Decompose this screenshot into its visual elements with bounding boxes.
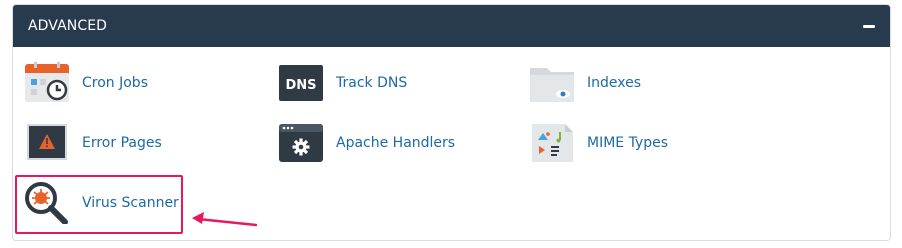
svg-text:DNS: DNS bbox=[285, 78, 316, 93]
media-file-icon bbox=[532, 124, 573, 162]
item-apache-handlers[interactable]: Apache Handlers bbox=[278, 122, 455, 164]
highlight-box bbox=[15, 175, 183, 234]
gear-window-icon bbox=[279, 124, 323, 162]
dns-icon: DNS bbox=[279, 65, 323, 101]
pointer-arrow-icon bbox=[192, 212, 258, 227]
item-label-cron-jobs: Cron Jobs bbox=[82, 75, 148, 91]
item-label-track-dns: Track DNS bbox=[336, 75, 408, 91]
item-label-error-pages: Error Pages bbox=[82, 135, 162, 151]
panel-header[interactable]: ADVANCED bbox=[13, 5, 890, 47]
item-label-apache-handlers: Apache Handlers bbox=[336, 135, 456, 151]
item-mime-types[interactable]: MIME Types bbox=[529, 122, 668, 164]
item-label-indexes: Indexes bbox=[587, 75, 642, 91]
item-track-dns[interactable]: DNS Track DNS bbox=[278, 62, 407, 104]
item-cron-jobs[interactable]: Cron Jobs bbox=[24, 62, 148, 104]
panel-title: ADVANCED bbox=[28, 18, 108, 34]
folder-eye-icon bbox=[530, 68, 574, 102]
warning-screen-icon bbox=[27, 124, 67, 160]
item-label-mime-types: MIME Types bbox=[587, 135, 669, 151]
item-error-pages[interactable]: Error Pages bbox=[24, 122, 162, 164]
minus-icon bbox=[863, 24, 875, 28]
collapse-button[interactable] bbox=[858, 15, 880, 37]
cron-jobs-icon bbox=[25, 62, 69, 102]
item-indexes[interactable]: Indexes bbox=[529, 62, 641, 104]
